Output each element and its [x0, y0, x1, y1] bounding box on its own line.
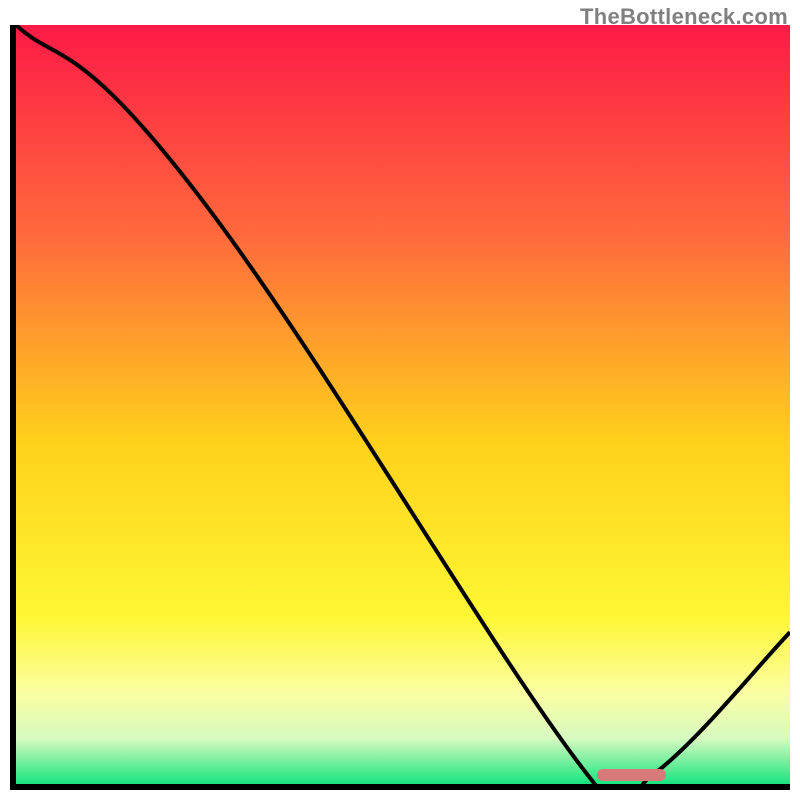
x-axis — [10, 784, 790, 790]
optimal-range-marker — [597, 769, 667, 781]
plot-area — [16, 25, 790, 784]
gradient-background — [16, 25, 790, 784]
chart-svg — [16, 25, 790, 784]
chart-frame: TheBottleneck.com — [0, 0, 800, 800]
